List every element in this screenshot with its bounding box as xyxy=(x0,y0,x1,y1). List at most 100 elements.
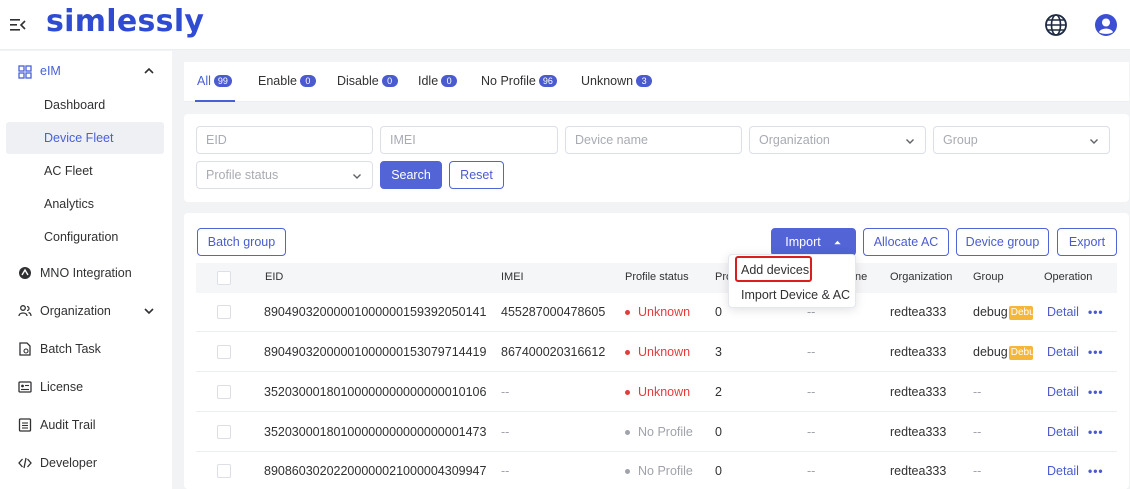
count-badge: 3 xyxy=(636,75,653,87)
menu-item-import-device-ac[interactable]: Import Device & AC xyxy=(741,288,850,302)
detail-link[interactable]: Detail xyxy=(1047,345,1079,359)
status-tabs xyxy=(184,62,1129,102)
tab-unknown[interactable]: Unknown 3 xyxy=(581,74,653,88)
caret-up-icon xyxy=(834,240,841,244)
cell-profiles: 0 xyxy=(715,305,722,319)
cell-name: -- xyxy=(807,385,816,399)
tab-idle[interactable]: Idle 0 xyxy=(418,74,458,88)
sidebar-item-label: MNO Integration xyxy=(40,266,132,280)
tab-label: Idle xyxy=(418,74,439,88)
sidebar-item-batch-task[interactable]: Batch Task xyxy=(0,331,172,367)
cell-profiles: 0 xyxy=(715,464,722,478)
sidebar-item-organization[interactable]: Organization xyxy=(0,293,172,329)
detail-link[interactable]: Detail xyxy=(1047,385,1079,399)
sidebar-item-dashboard[interactable]: Dashboard xyxy=(6,89,164,121)
row-checkbox[interactable] xyxy=(217,345,231,359)
row-checkbox[interactable] xyxy=(217,425,231,439)
row-divider xyxy=(196,411,1117,412)
row-divider xyxy=(196,371,1117,372)
chevron-up-icon xyxy=(144,67,154,74)
status-text: Unknown xyxy=(638,345,691,359)
more-actions-icon[interactable]: ••• xyxy=(1088,345,1104,359)
import-button[interactable]: Import xyxy=(771,228,856,256)
group-select[interactable]: Group xyxy=(933,126,1110,154)
cell-group: debug Debu xyxy=(973,345,1033,360)
row-checkbox[interactable] xyxy=(217,305,231,319)
allocate-ac-button[interactable]: Allocate AC xyxy=(863,228,949,256)
column-header-organization: Organization xyxy=(890,271,953,283)
more-actions-icon[interactable]: ••• xyxy=(1088,385,1104,399)
sidebar-item-developer[interactable]: Developer xyxy=(0,445,172,481)
detail-link[interactable]: Detail xyxy=(1047,305,1079,319)
sidebar-item-eim[interactable]: eIM xyxy=(0,53,172,89)
tab-enable[interactable]: Enable 0 xyxy=(258,74,316,88)
select-placeholder: Organization xyxy=(759,133,830,147)
status-text: Unknown xyxy=(638,385,691,399)
count-badge: 0 xyxy=(441,75,458,87)
search-button[interactable]: Search xyxy=(380,161,442,189)
chevron-down-icon xyxy=(144,308,154,315)
device-group-button[interactable]: Device group xyxy=(956,228,1049,256)
eid-input[interactable]: EID xyxy=(196,126,373,154)
row-checkbox[interactable] xyxy=(217,385,231,399)
count-badge: 96 xyxy=(538,75,557,87)
chevron-down-icon xyxy=(1090,139,1098,144)
sidebar-item-audit-trail[interactable]: Audit Trail xyxy=(0,407,172,443)
more-actions-icon[interactable]: ••• xyxy=(1088,305,1104,319)
status-dot xyxy=(625,389,630,395)
status-badge: No Profile xyxy=(625,425,693,439)
reset-button[interactable]: Reset xyxy=(449,161,504,189)
row-divider xyxy=(196,451,1117,452)
tab-all[interactable]: All 99 xyxy=(197,74,232,88)
select-all-checkbox[interactable] xyxy=(217,271,231,285)
status-badge: Unknown xyxy=(625,385,690,399)
sidebar-item-analytics[interactable]: Analytics xyxy=(6,188,164,220)
cell-name: -- xyxy=(807,425,816,439)
column-header-eid: EID xyxy=(265,271,284,283)
export-button[interactable]: Export xyxy=(1057,228,1117,256)
people-icon xyxy=(18,305,32,317)
cell-organization: redtea333 xyxy=(890,305,947,319)
status-dot xyxy=(625,429,630,435)
count-badge: 0 xyxy=(299,75,316,87)
chevron-down-icon xyxy=(353,174,361,179)
more-actions-icon[interactable]: ••• xyxy=(1088,425,1104,439)
sidebar-item-mno-integration[interactable]: MNO Integration xyxy=(0,255,172,291)
row-checkbox[interactable] xyxy=(217,464,231,478)
imei-input[interactable]: IMEI xyxy=(380,126,558,154)
cell-organization: redtea333 xyxy=(890,464,947,478)
organization-select[interactable]: Organization xyxy=(749,126,926,154)
tab-disable[interactable]: Disable 0 xyxy=(337,74,398,88)
tab-no-profile[interactable]: No Profile 96 xyxy=(481,74,557,88)
detail-link[interactable]: Detail xyxy=(1047,464,1079,478)
detail-link[interactable]: Detail xyxy=(1047,425,1079,439)
code-icon xyxy=(18,457,32,469)
tab-label: No Profile xyxy=(481,74,536,88)
batch-group-button[interactable]: Batch group xyxy=(197,228,286,256)
cell-group: -- xyxy=(973,464,982,478)
sidebar-item-license[interactable]: License xyxy=(0,369,172,405)
profile-status-select[interactable]: Profile status xyxy=(196,161,373,189)
more-actions-icon[interactable]: ••• xyxy=(1088,464,1104,478)
row-divider xyxy=(196,331,1117,332)
cell-profiles: 3 xyxy=(715,345,722,359)
cell-eid: 89086030202200000021000004309947 xyxy=(264,464,487,478)
globe-icon[interactable] xyxy=(1044,13,1068,37)
status-badge: Unknown xyxy=(625,305,690,319)
user-avatar-icon[interactable] xyxy=(1094,13,1118,37)
tab-label: Unknown xyxy=(581,74,634,88)
sidebar-item-configuration[interactable]: Configuration xyxy=(6,221,164,253)
status-text: Unknown xyxy=(638,305,691,319)
device-name-input[interactable]: Device name xyxy=(565,126,742,154)
count-badge: 99 xyxy=(213,75,232,87)
sidebar-item-device-fleet[interactable]: Device Fleet xyxy=(6,122,164,154)
signal-icon xyxy=(19,267,31,279)
count-badge: 0 xyxy=(381,75,398,87)
logo[interactable]: simlessly xyxy=(46,4,204,39)
menu-collapse-icon[interactable] xyxy=(10,18,26,32)
cell-organization: redtea333 xyxy=(890,385,947,399)
sidebar-item-ac-fleet[interactable]: AC Fleet xyxy=(6,155,164,187)
status-dot xyxy=(625,309,630,315)
cell-group: -- xyxy=(973,385,982,399)
cell-imei: -- xyxy=(501,425,510,439)
